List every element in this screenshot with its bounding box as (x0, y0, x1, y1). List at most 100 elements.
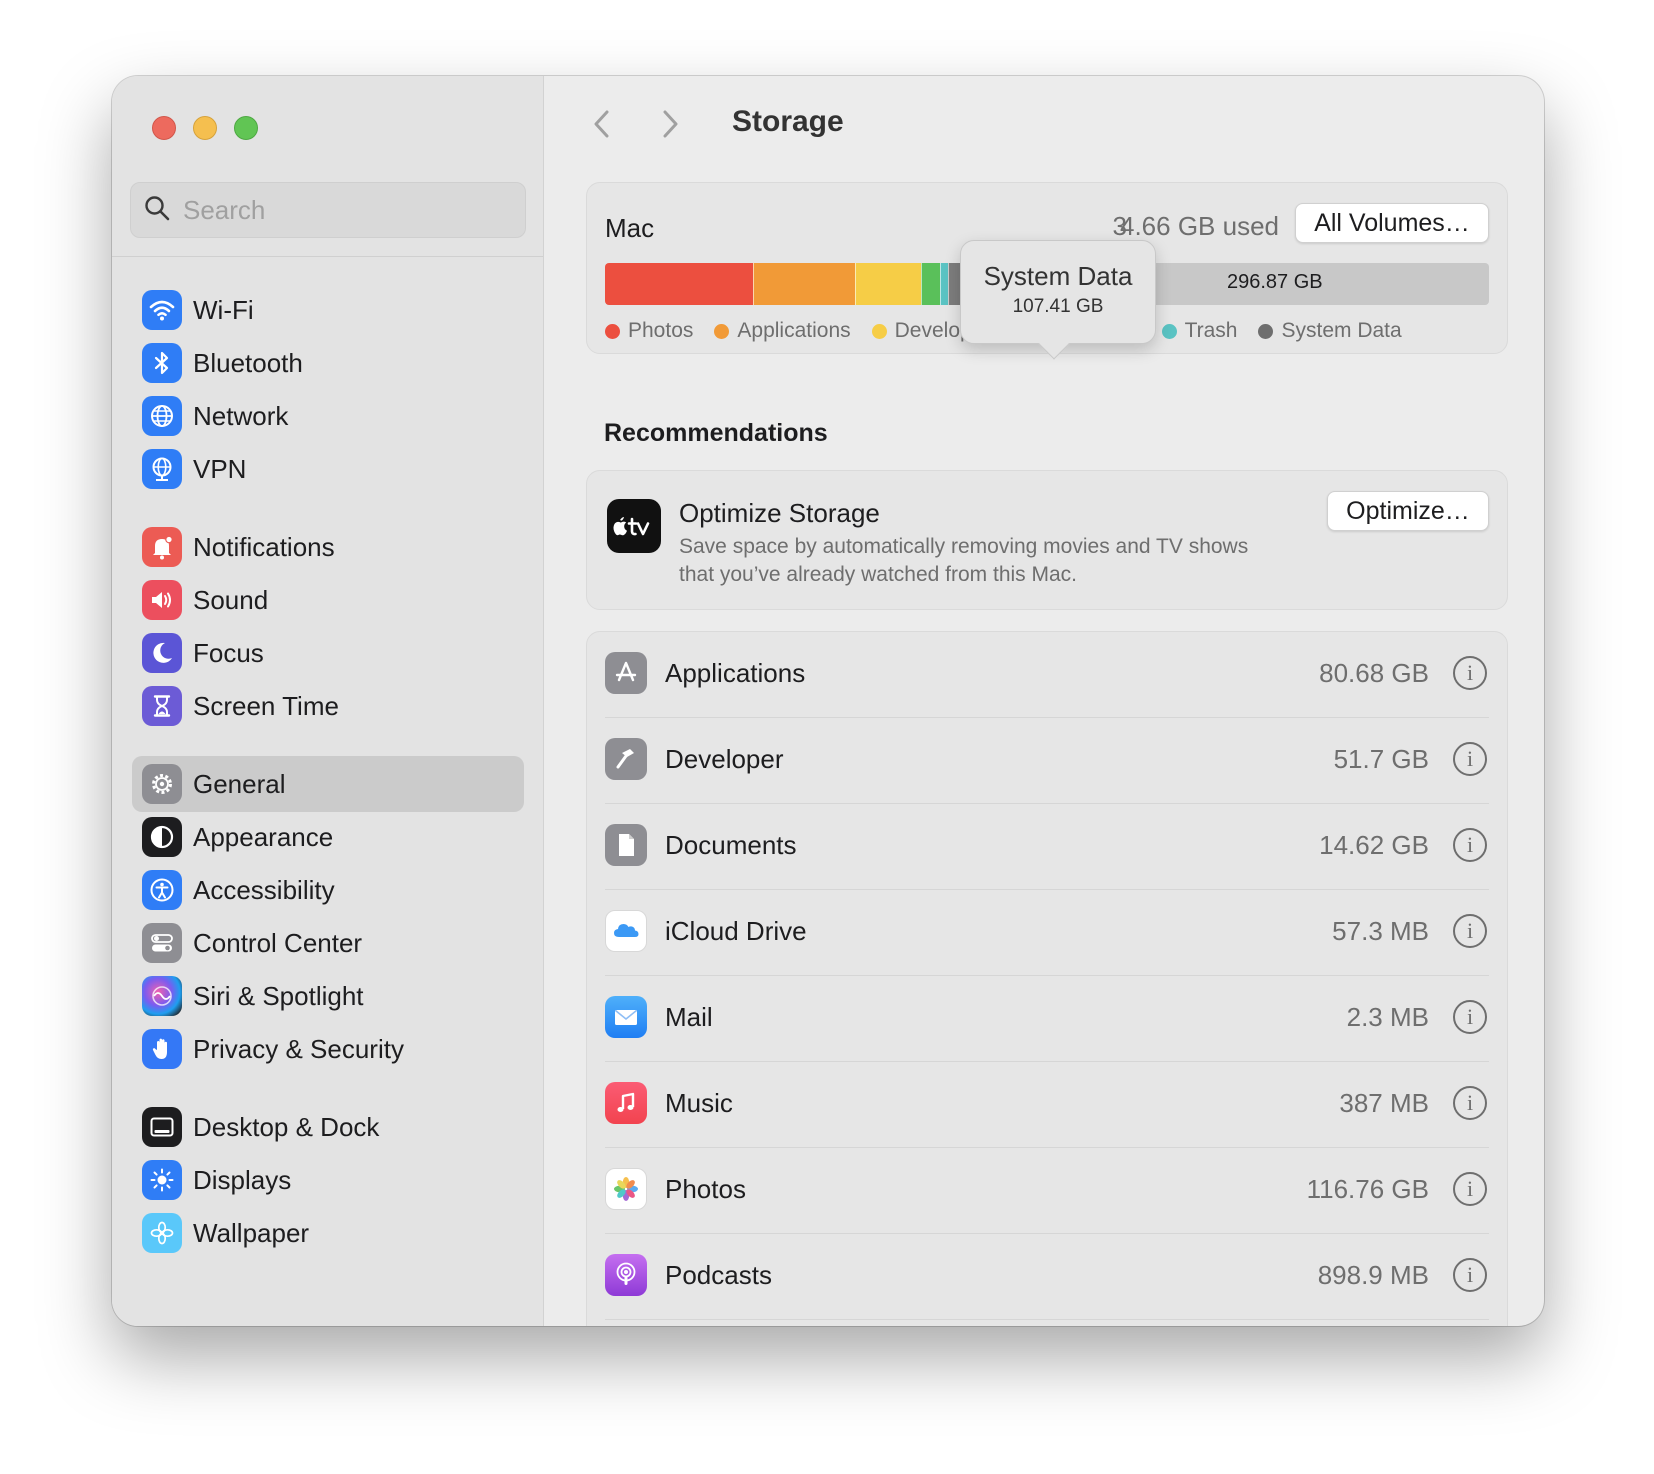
sidebar-item-label: General (193, 768, 286, 799)
siri-icon (142, 976, 182, 1016)
category-label: Documents (665, 830, 797, 860)
sidebar-item-bluetooth[interactable]: Bluetooth (132, 335, 524, 391)
legend-label: Applications (737, 319, 851, 342)
info-icon[interactable]: i (1453, 1258, 1487, 1292)
sidebar-item-focus[interactable]: Focus (132, 625, 524, 681)
dock-icon (142, 1107, 182, 1147)
sidebar-item-label: Screen Time (193, 690, 339, 721)
legend-dot (1258, 323, 1274, 339)
sidebar: Wi-Fi Bluetooth Network VPN (112, 76, 544, 1326)
info-icon[interactable]: i (1453, 828, 1487, 862)
vpn-globe-icon (142, 449, 182, 489)
legend-item: Applications (714, 319, 851, 343)
legend-dot (605, 323, 620, 339)
category-row-podcasts[interactable]: Podcasts 898.9 MB i (605, 1234, 1489, 1320)
sidebar-item-label: Wallpaper (193, 1217, 310, 1248)
tooltip-value: 107.41 GB (1012, 296, 1104, 317)
search-field[interactable] (130, 182, 526, 238)
sidebar-item-displays[interactable]: Displays (132, 1152, 524, 1208)
sidebar-item-label: Desktop & Dock (193, 1111, 380, 1142)
recommendation-title: Optimize Storage (679, 498, 880, 528)
legend-item: Trash (1161, 319, 1238, 343)
storage-segment-developer[interactable] (855, 263, 922, 305)
apple-tv-icon (607, 499, 661, 553)
wifi-icon (142, 290, 182, 330)
used-space-text: 3 4.66 GB used (1113, 211, 1279, 242)
sidebar-item-desktop-dock[interactable]: Desktop & Dock (132, 1099, 524, 1155)
page-title: Storage (732, 105, 844, 138)
volume-name: Mac (605, 213, 655, 243)
sidebar-item-wifi[interactable]: Wi-Fi (132, 282, 524, 338)
category-row-applications[interactable]: Applications 80.68 GB i (605, 632, 1489, 718)
sidebar-item-accessibility[interactable]: Accessibility (132, 862, 524, 918)
storage-segment-photos[interactable] (605, 263, 753, 305)
category-label: Mail (665, 1002, 713, 1032)
icloud-icon (605, 910, 647, 952)
info-icon[interactable]: i (1453, 1000, 1487, 1034)
sidebar-item-label: Accessibility (193, 874, 335, 905)
moon-icon (142, 633, 182, 673)
info-icon[interactable]: i (1453, 1086, 1487, 1120)
storage-segment-trash[interactable] (940, 263, 948, 305)
search-icon (143, 194, 171, 227)
accessibility-icon (142, 870, 182, 910)
optimize-button[interactable]: Optimize… (1327, 491, 1489, 531)
used-space-label: 4.66 GB used (1120, 211, 1279, 241)
gear-icon (142, 764, 182, 804)
sidebar-item-label: Focus (193, 637, 264, 668)
category-row-mail[interactable]: Mail 2.3 MB i (605, 976, 1489, 1062)
sidebar-item-siri-spotlight[interactable]: Siri & Spotlight (132, 968, 524, 1024)
category-row-developer[interactable]: Developer 51.7 GB i (605, 718, 1489, 804)
legend-label: Trash (1184, 319, 1238, 342)
sidebar-item-wallpaper[interactable]: Wallpaper (132, 1205, 524, 1261)
main-pane: Storage Mac 3 4.66 GB used All Volumes… 2… (545, 76, 1544, 1326)
photos-icon (605, 1168, 647, 1210)
category-row-documents[interactable]: Documents 14.62 GB i (605, 804, 1489, 890)
recommendation-description: Save space by automatically removing mov… (679, 535, 1249, 586)
category-row-music[interactable]: Music 387 MB i (605, 1062, 1489, 1148)
sidebar-item-vpn[interactable]: VPN (132, 441, 524, 497)
sidebar-item-sound[interactable]: Sound (132, 572, 524, 628)
back-chevron-icon[interactable] (587, 106, 617, 142)
storage-segment-applications[interactable] (752, 263, 856, 305)
hand-icon (142, 1029, 182, 1069)
sidebar-item-appearance[interactable]: Appearance (132, 809, 524, 865)
sidebar-item-label: Privacy & Security (193, 1033, 404, 1064)
legend-label: Photos (628, 319, 694, 342)
minimize-button[interactable] (193, 116, 217, 140)
free-space-label: 296.87 GB (1227, 271, 1323, 293)
sidebar-item-general[interactable]: General (132, 756, 524, 812)
all-volumes-button[interactable]: All Volumes… (1295, 203, 1489, 243)
storage-categories-list: Applications 80.68 GB i Developer 51.7 G… (586, 631, 1508, 1326)
segment-tooltip: System Data 107.41 GB (960, 240, 1156, 344)
forward-chevron-icon[interactable] (655, 106, 685, 142)
search-input[interactable] (183, 194, 503, 226)
toggles-icon (142, 923, 182, 963)
sidebar-item-control-center[interactable]: Control Center (132, 915, 524, 971)
info-icon[interactable]: i (1453, 914, 1487, 948)
sidebar-item-screen-time[interactable]: Screen Time (132, 678, 524, 734)
category-size: 80.68 GB (1319, 658, 1429, 688)
category-row-photos[interactable]: Photos 116.76 GB i (605, 1148, 1489, 1234)
window-controls (152, 116, 258, 140)
hourglass-icon (142, 686, 182, 726)
legend-dot (714, 323, 730, 339)
category-size: 898.9 MB (1317, 1260, 1429, 1290)
zoom-button[interactable] (234, 116, 258, 140)
storage-segment-documents[interactable] (921, 263, 941, 305)
used-prefix: 3 (1112, 211, 1127, 241)
sidebar-item-network[interactable]: Network (132, 388, 524, 444)
bluetooth-icon (142, 343, 182, 383)
info-icon[interactable]: i (1453, 656, 1487, 690)
sidebar-item-label: Wi-Fi (193, 294, 254, 325)
category-row-icloud-drive[interactable]: iCloud Drive 57.3 MB i (605, 890, 1489, 976)
sidebar-item-label: Displays (193, 1164, 292, 1195)
sidebar-item-privacy-security[interactable]: Privacy & Security (132, 1021, 524, 1077)
appearance-icon (142, 817, 182, 857)
info-icon[interactable]: i (1453, 1172, 1487, 1206)
sidebar-item-notifications[interactable]: Notifications (132, 519, 524, 575)
sidebar-item-label: Siri & Spotlight (193, 980, 364, 1011)
category-label: Applications (665, 658, 806, 688)
info-icon[interactable]: i (1453, 742, 1487, 776)
close-button[interactable] (152, 116, 176, 140)
